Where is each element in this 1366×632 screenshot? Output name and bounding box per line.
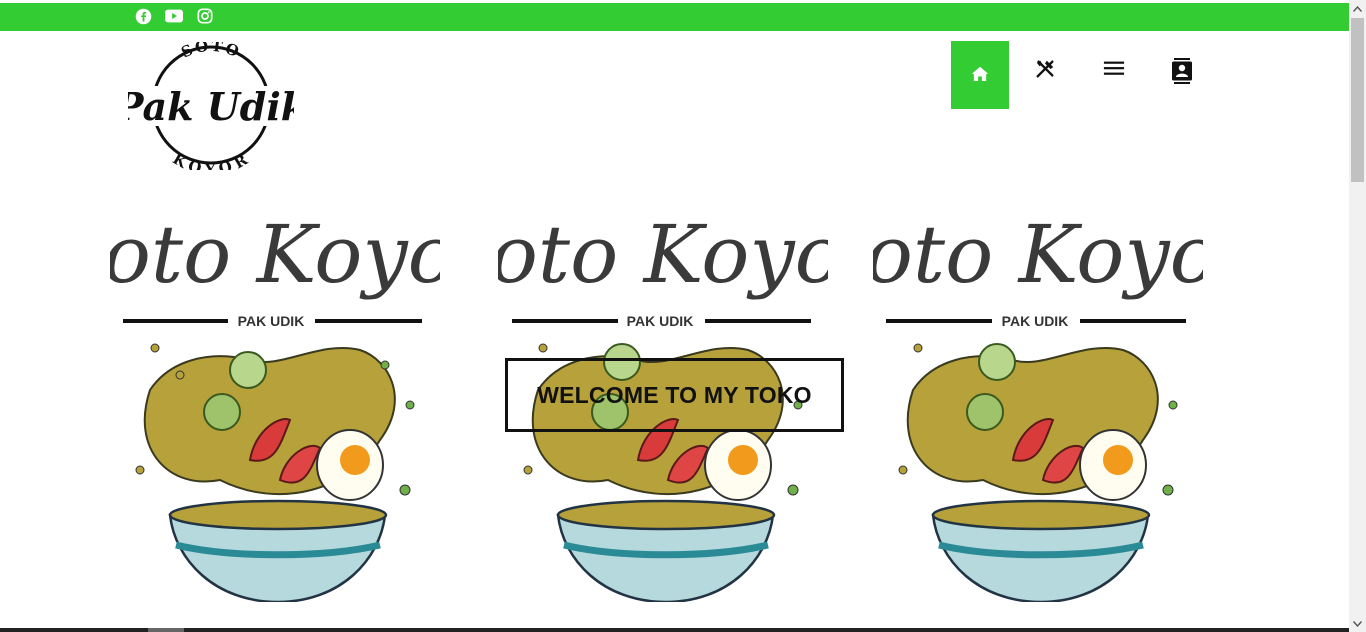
logo-top-text: SOTO [178,37,241,62]
logo-main-text: Pak Udik [128,84,294,129]
vertical-scrollbar[interactable] [1349,0,1366,632]
card-subtitle: PAK UDIK [1002,313,1069,329]
top-bar [0,3,1349,31]
instagram-icon[interactable] [196,6,214,26]
welcome-text: WELCOME TO MY TOKO [537,381,812,408]
svg-text:SOTO: SOTO [178,42,243,62]
svg-text:KOYOR: KOYOR [170,150,253,170]
product-card-image: PAK UDIK Soto Koyor [873,208,1203,602]
contact-icon [1171,58,1193,89]
product-card[interactable]: PAK UDIK Soto Koyor [873,190,1203,602]
youtube-icon[interactable] [165,6,183,26]
fork-knife-icon [1034,58,1056,85]
nav-list[interactable] [1085,41,1143,109]
card-title: Soto Koyor [498,208,828,301]
scroll-down-icon[interactable] [1349,615,1366,632]
horizontal-scrollbar[interactable] [0,628,1349,632]
card-title: Soto Koyor [110,208,440,301]
scroll-up-icon[interactable] [1349,0,1366,17]
card-subtitle: PAK UDIK [627,313,694,329]
product-card[interactable]: PAK UDIK Soto Koyor [110,190,440,602]
welcome-banner: WELCOME TO MY TOKO [505,358,844,432]
card-subtitle: PAK UDIK [238,313,305,329]
nav-contact[interactable] [1153,41,1211,109]
horizontal-scrollbar-thumb[interactable] [148,628,184,632]
product-card-image: PAK UDIK Soto Koyor [110,208,440,602]
home-icon [971,65,989,87]
card-title: Soto Koyor [873,208,1203,301]
logo[interactable]: SOTO KOYOR Pak Udik [114,37,307,179]
facebook-icon[interactable] [134,6,152,26]
logo-bottom-text: KOYOR [170,150,251,179]
nav-menu[interactable] [1016,41,1074,109]
scrollbar-thumb[interactable] [1351,18,1364,182]
hamburger-icon [1103,58,1125,83]
nav-home[interactable] [951,41,1009,109]
